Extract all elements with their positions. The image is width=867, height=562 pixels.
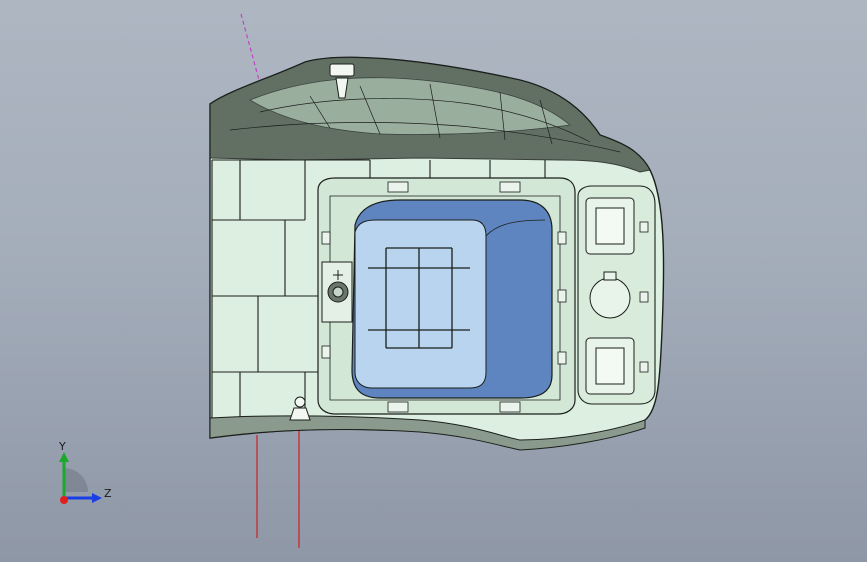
pink-reference-axis [240, 13, 260, 81]
triad-quadrant [64, 468, 88, 492]
x-axis-origin [60, 496, 68, 504]
z-axis-label: Z [104, 487, 112, 500]
round-cutout [589, 277, 631, 319]
left-screw-boss [321, 261, 353, 323]
shifter-block-top-face [354, 219, 487, 389]
y-axis-arrowhead [59, 452, 69, 462]
top-square-cutout [595, 207, 625, 245]
y-axis-label: Y [59, 440, 66, 453]
z-axis-arrowhead [92, 493, 102, 503]
coordinate-triad: Y Z [48, 440, 120, 510]
bottom-square-cutout [595, 347, 625, 385]
graphics-viewport[interactable]: Y Z [0, 0, 867, 562]
3d-part-model[interactable] [0, 0, 867, 562]
round-cutout-notch [603, 271, 617, 281]
